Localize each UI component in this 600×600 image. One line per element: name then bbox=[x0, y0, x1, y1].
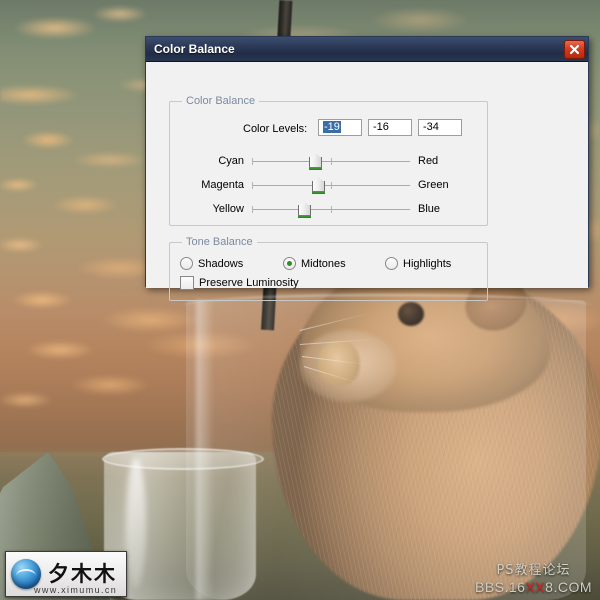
slider-tick bbox=[331, 182, 332, 189]
dialog-body: Color Balance Color Levels: -19 -16 -34 … bbox=[146, 62, 588, 301]
color-balance-group: Color Balance Color Levels: -19 -16 -34 … bbox=[169, 95, 488, 226]
radio-shadows[interactable]: Shadows bbox=[180, 257, 243, 270]
forum-watermark: PS教程论坛 BBS.16XX8.COM bbox=[475, 562, 592, 595]
slider-row-cyan-red: Cyan Red bbox=[170, 152, 487, 172]
color-level-cyan-red-input[interactable]: -19 bbox=[318, 119, 362, 136]
slider-tick bbox=[331, 206, 332, 213]
forum-url-text: BBS.16XX8.COM bbox=[475, 579, 592, 595]
radio-dot-icon bbox=[180, 257, 193, 270]
logo-url-text: www.ximumu.cn bbox=[34, 585, 118, 595]
color-balance-legend: Color Balance bbox=[182, 95, 260, 107]
color-level-cyan-red-value: -19 bbox=[323, 121, 341, 133]
close-icon[interactable] bbox=[564, 39, 585, 59]
tone-balance-legend: Tone Balance bbox=[182, 236, 257, 248]
forum-title-text: PS教程论坛 bbox=[496, 562, 571, 578]
radio-midtones[interactable]: Midtones bbox=[283, 257, 346, 270]
slider-label-red: Red bbox=[418, 155, 439, 167]
color-level-magenta-green-input[interactable]: -16 bbox=[368, 119, 412, 136]
slider-row-yellow-blue: Yellow Blue bbox=[170, 200, 487, 220]
radio-dot-icon bbox=[385, 257, 398, 270]
slider-tick bbox=[331, 158, 332, 165]
glass-highlight bbox=[126, 458, 146, 588]
checkbox-icon bbox=[180, 276, 194, 290]
color-levels-label: Color Levels: bbox=[243, 123, 308, 135]
dialog-titlebar[interactable]: Color Balance bbox=[146, 37, 588, 62]
radio-label-highlights: Highlights bbox=[403, 257, 452, 270]
tone-balance-group: Tone Balance Shadows Midtones Highlights… bbox=[169, 236, 488, 301]
front-glass-edge bbox=[196, 300, 214, 600]
slider-label-blue: Blue bbox=[418, 203, 441, 215]
radio-dot-selected-icon bbox=[283, 257, 296, 270]
logo-chinese-text: 夕木木 bbox=[48, 561, 117, 586]
site-logo-watermark: 夕木木 www.ximumu.cn bbox=[5, 551, 127, 597]
slider-label-cyan: Cyan bbox=[218, 155, 244, 167]
slider-label-green: Green bbox=[418, 179, 449, 191]
forum-url-suffix: 8.COM bbox=[545, 578, 592, 595]
checkbox-label-preserve-luminosity: Preserve Luminosity bbox=[199, 277, 299, 289]
slider-label-magenta: Magenta bbox=[201, 179, 244, 191]
slider-row-magenta-green: Magenta Green bbox=[170, 176, 487, 196]
radio-label-shadows: Shadows bbox=[198, 257, 244, 270]
forum-url-prefix: BBS.16 bbox=[474, 578, 526, 595]
slider-label-yellow: Yellow bbox=[212, 203, 244, 215]
color-balance-dialog: Color Balance Color Balance Color Levels… bbox=[145, 36, 589, 301]
color-level-yellow-blue-input[interactable]: -34 bbox=[418, 119, 462, 136]
tone-balance-radio-row: Shadows Midtones Highlights bbox=[180, 257, 480, 273]
radio-highlights[interactable]: Highlights bbox=[385, 257, 451, 270]
dialog-title: Color Balance bbox=[154, 42, 235, 56]
slider-tick bbox=[252, 158, 253, 165]
slider-thumb-yellow-blue[interactable] bbox=[297, 201, 311, 218]
radio-label-midtones: Midtones bbox=[301, 257, 346, 270]
slider-thumb-magenta-green[interactable] bbox=[311, 177, 325, 194]
slider-tick bbox=[252, 206, 253, 213]
slider-thumb-cyan-red[interactable] bbox=[309, 153, 323, 170]
checkbox-preserve-luminosity[interactable]: Preserve Luminosity bbox=[180, 276, 299, 290]
forum-url-accent: XX bbox=[525, 578, 546, 595]
slider-tick bbox=[252, 182, 253, 189]
